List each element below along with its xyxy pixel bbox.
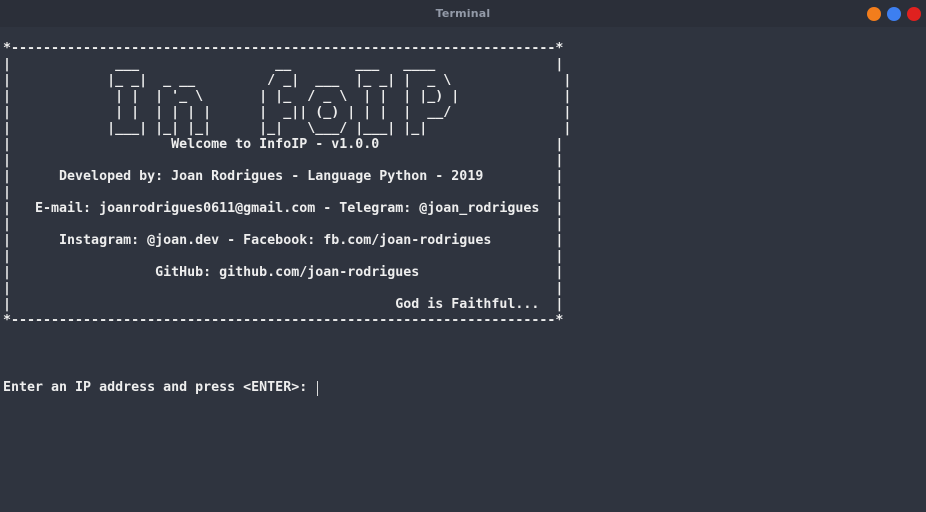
title-bar[interactable]: Terminal [0, 0, 926, 27]
banner-blank-line: | | [3, 185, 564, 200]
maximize-button[interactable] [887, 7, 901, 21]
banner-top-border: *---------------------------------------… [3, 41, 564, 56]
ascii-logo-line-5: | |___| |_| |_| |_| \___/ |___| |_| | [3, 121, 572, 136]
prompt-text: Enter an IP address and press <ENTER>: [3, 380, 316, 395]
social-line: | Instagram: @joan.dev - Facebook: fb.co… [3, 233, 564, 248]
banner-blank-line: | | [3, 153, 564, 168]
ascii-logo-line-4: | | | | | | | | _|| (_) | | | | __/ | [3, 105, 572, 120]
ascii-logo-line-3: | | | | '_ \ | |_ / _ \ | | | |_) | | [3, 89, 572, 104]
contact-line: | E-mail: joanrodrigues0611@gmail.com - … [3, 201, 564, 216]
welcome-line: | Welcome to InfoIP - v1.0.0 | [3, 137, 564, 152]
terminal-area[interactable]: *---------------------------------------… [3, 41, 926, 512]
close-button[interactable] [907, 7, 921, 21]
banner-box: *---------------------------------------… [3, 41, 926, 329]
terminal-window: Terminal *------------------------------… [0, 0, 926, 512]
banner-blank-line: | | [3, 281, 564, 296]
ascii-logo-line-1: | ___ __ ___ ____ | [3, 57, 564, 72]
banner-blank-line: | | [3, 217, 564, 232]
banner-blank-line: | | [3, 249, 564, 264]
minimize-button[interactable] [867, 7, 881, 21]
window-title: Terminal [435, 7, 491, 20]
developer-line: | Developed by: Joan Rodrigues - Languag… [3, 169, 564, 184]
ascii-logo-line-2: | |_ _| _ __ / _| ___ |_ _| | _ \ | [3, 73, 572, 88]
window-controls [867, 7, 921, 21]
motto-line: | God is Faithful... | [3, 297, 564, 312]
github-line: | GitHub: github.com/joan-rodrigues | [3, 265, 564, 280]
banner-bottom-border: *---------------------------------------… [3, 313, 564, 328]
text-cursor [317, 380, 319, 396]
input-prompt-row[interactable]: Enter an IP address and press <ENTER>: [3, 380, 319, 396]
